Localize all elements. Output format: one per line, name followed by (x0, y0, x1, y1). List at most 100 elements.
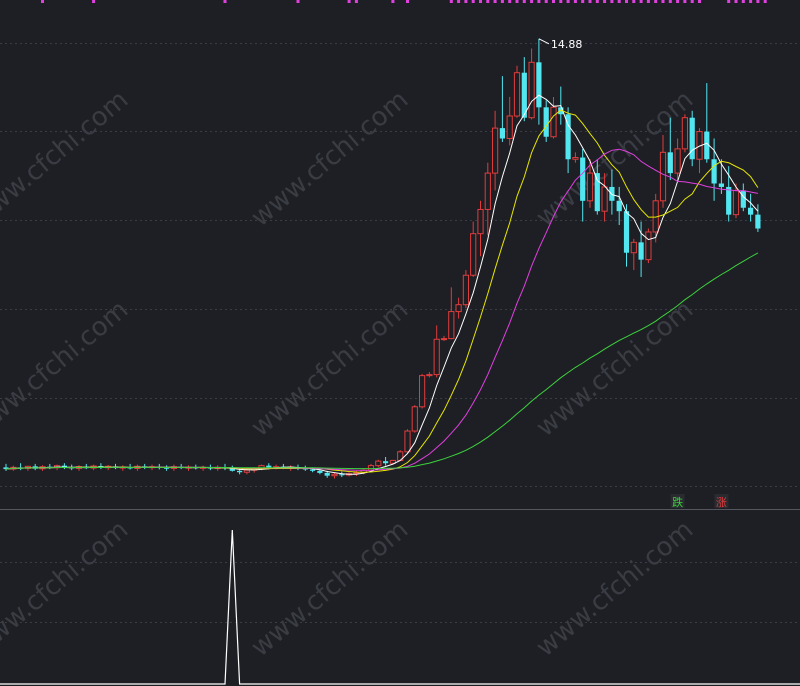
signal-mark (493, 0, 497, 3)
signal-label: 涨 (716, 496, 727, 509)
stock-chart: www.cfchi.com www.cfchi.com www.cfchi.comw… (0, 0, 800, 686)
candle-body-up (404, 430, 411, 453)
signal-mark (654, 0, 658, 3)
candle-body-down (711, 159, 717, 184)
candle-body-up (462, 274, 469, 306)
signal-mark (92, 0, 96, 3)
candle-body-down (543, 107, 549, 137)
signal-mark (690, 0, 694, 3)
signal-mark (588, 0, 592, 3)
signal-mark (500, 0, 504, 3)
signal-mark (573, 0, 577, 3)
candle-body-down (324, 472, 330, 476)
signal-label: 跌 (672, 495, 683, 509)
signal-mark (391, 0, 395, 3)
candle-body-up (601, 186, 608, 212)
signal-mark (508, 0, 512, 3)
signal-mark (581, 0, 585, 3)
signal-mark (449, 0, 453, 3)
candle-body-down (310, 469, 316, 471)
signal-mark (595, 0, 599, 3)
signal-mark (727, 0, 731, 3)
candle-body-up (630, 241, 637, 254)
candle-body-up (433, 338, 440, 376)
candle-body-up (586, 172, 594, 202)
signal-mark (603, 0, 607, 3)
signal-mark (354, 0, 358, 3)
candle-body-down (383, 461, 389, 464)
signal-mark (683, 0, 687, 3)
candle-body-up (375, 460, 382, 467)
signal-mark (617, 0, 621, 3)
candle-body-down (536, 62, 542, 108)
candle-body-down (718, 183, 724, 187)
signal-mark (646, 0, 650, 3)
signal-mark (515, 0, 519, 3)
signal-mark (559, 0, 563, 3)
candle-body-down (266, 465, 272, 468)
candle-body-down (740, 190, 746, 208)
signal-mark (457, 0, 461, 3)
candle-body-up (572, 157, 579, 160)
candle-body-up (367, 465, 375, 471)
candle-body-down (616, 200, 622, 212)
candle-body-down (499, 128, 505, 139)
signal-mark (464, 0, 468, 3)
candle-body-up (674, 148, 681, 174)
signal-mark (223, 0, 227, 3)
candle-body-up (477, 208, 484, 235)
signal-mark (741, 0, 745, 3)
candle-body-up (331, 473, 338, 477)
candle-body-down (755, 214, 761, 229)
signal-mark (756, 0, 760, 3)
candle-body-up (448, 311, 455, 340)
candle-body-down (237, 470, 243, 473)
candle-body-up (681, 117, 688, 150)
signal-mark (552, 0, 555, 3)
signal-mark (41, 0, 44, 3)
signal-mark (639, 0, 643, 3)
signal-mark (486, 0, 490, 3)
signal-mark (347, 0, 351, 3)
signal-mark (632, 0, 636, 3)
candle-body-down (623, 211, 630, 253)
signal-mark (625, 0, 628, 3)
signal-mark (676, 0, 680, 3)
candle-body-up (492, 127, 499, 174)
candle-body-up (506, 115, 513, 139)
max-price-label: 14.88 (551, 38, 583, 51)
candle-body-up (528, 61, 535, 119)
candle-body-up (732, 189, 740, 216)
candle-body-down (339, 474, 345, 476)
candle-body-up (411, 406, 418, 432)
candle-body-up (645, 231, 652, 261)
signal-mark (668, 0, 672, 3)
signal-mark (471, 0, 475, 3)
candle-body-up (470, 233, 477, 276)
candle-body-up (243, 469, 251, 473)
candle-body-down (726, 186, 732, 215)
signal-mark (406, 0, 409, 3)
candle-body-up (419, 375, 426, 408)
candle-body-down (580, 157, 586, 201)
candle-body-down (748, 207, 754, 215)
signal-mark (479, 0, 482, 3)
candle-body-up (426, 374, 433, 377)
signal-mark (734, 0, 738, 3)
signal-mark (296, 0, 300, 3)
signal-mark (544, 0, 548, 3)
candle-body-up (455, 304, 462, 313)
signal-mark (522, 0, 526, 3)
signal-mark (530, 0, 534, 3)
candle-body-up (440, 338, 448, 341)
signal-mark (749, 0, 753, 3)
signal-mark (610, 0, 614, 3)
candle-body-up (659, 151, 667, 202)
candle-body-down (667, 152, 673, 174)
candle-body-up (484, 172, 491, 210)
candle-body-down (594, 173, 600, 212)
candle-body-down (317, 470, 323, 473)
candle-body-up (513, 72, 521, 117)
signal-mark (537, 0, 541, 3)
candle-body-up (550, 106, 557, 138)
